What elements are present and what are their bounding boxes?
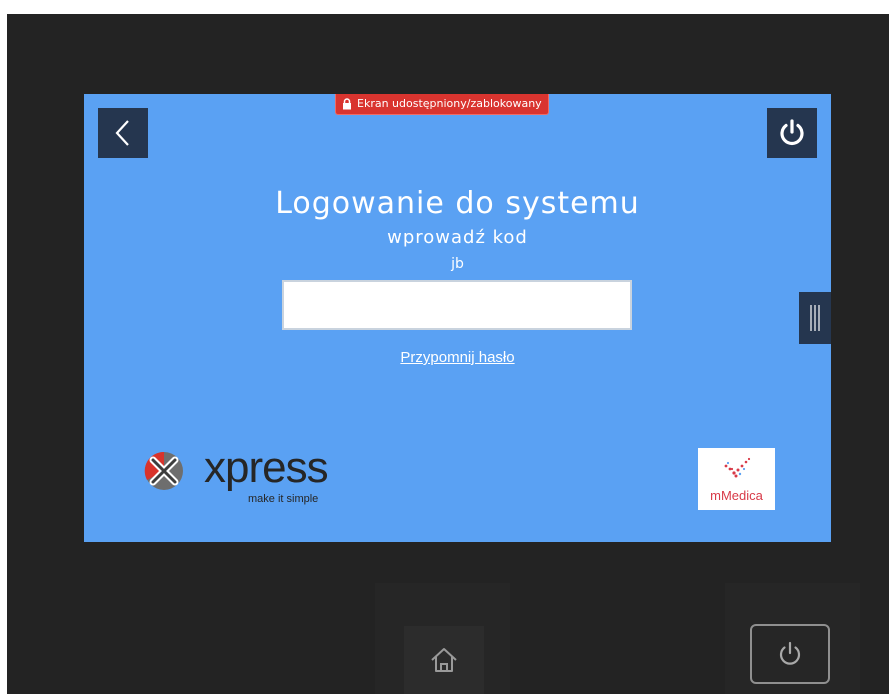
xpress-tagline: make it simple [248, 493, 319, 505]
xpress-wordmark: xpress [204, 443, 329, 492]
code-input[interactable] [282, 280, 632, 330]
logout-power-button[interactable] [767, 108, 817, 158]
banner-text: Ekran udostępniony/zablokowany [357, 97, 542, 110]
chevron-left-icon [115, 120, 129, 146]
drag-handle-icon [810, 305, 820, 331]
power-icon [779, 641, 801, 665]
remind-password-link[interactable]: Przypomnij hasło [84, 349, 831, 366]
back-button[interactable] [98, 108, 148, 158]
login-screen: Ekran udostępniony/zablokowany Logowanie… [84, 94, 831, 542]
mmedica-emblem-icon [724, 457, 751, 478]
screen-shared-banner: Ekran udostępniony/zablokowany [335, 94, 549, 115]
page-subtitle: wprowadź kod [387, 227, 528, 248]
xpress-emblem-icon [144, 451, 183, 490]
xpress-logo: xpress make it simple [142, 443, 362, 509]
mmedica-logo: mMedica [698, 448, 775, 510]
power-icon [780, 119, 804, 146]
lock-icon [343, 98, 351, 110]
device-power-button[interactable] [750, 624, 830, 684]
side-panel-handle[interactable] [799, 292, 831, 344]
page-title: Logowanie do systemu [275, 186, 640, 221]
device-home-button[interactable] [404, 626, 484, 694]
home-icon [431, 648, 457, 672]
mmedica-wordmark: mMedica [710, 488, 763, 503]
username-label: jb [451, 256, 464, 272]
